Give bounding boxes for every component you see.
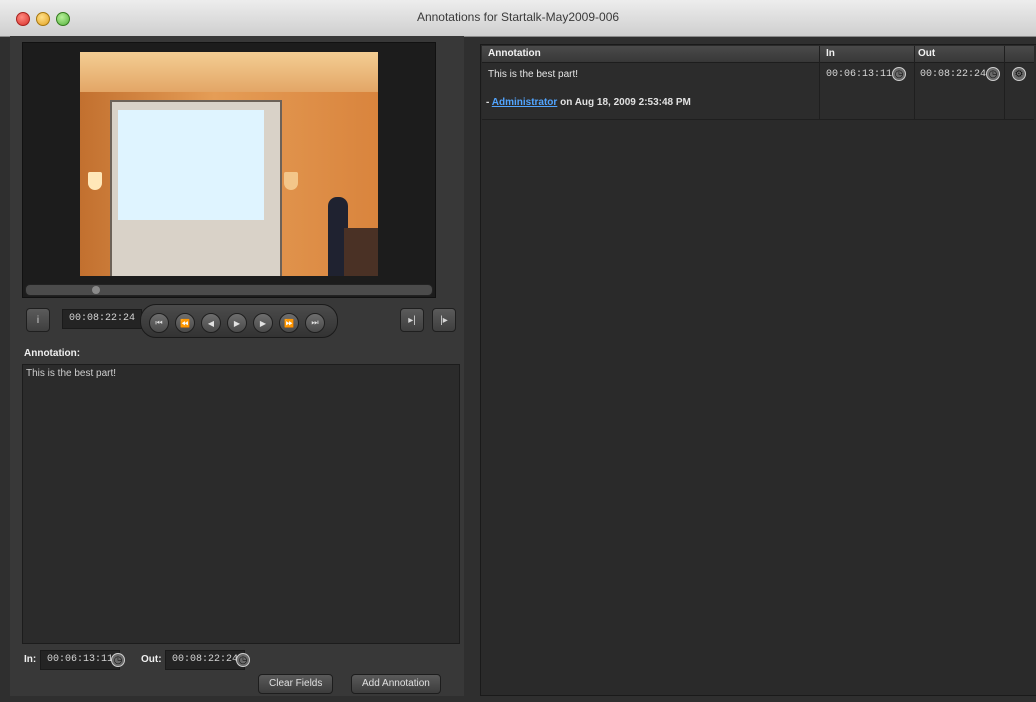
podium (344, 228, 378, 276)
current-timecode: 00:08:22:24 (62, 309, 143, 329)
play-icon[interactable]: ▶ (227, 313, 247, 333)
rewind-icon[interactable]: ⏪ (175, 313, 195, 333)
skip-end-icon[interactable]: ⏭ (305, 313, 325, 333)
prev-frame-icon[interactable]: ◀ (201, 313, 221, 333)
mark-in-icon[interactable]: ▸| (400, 308, 424, 332)
next-frame-icon[interactable]: ▶ (253, 313, 273, 333)
scrubber-thumb[interactable] (92, 286, 100, 294)
annotations-table-panel (480, 44, 1036, 696)
column-out: Out (918, 48, 936, 59)
row-out-clock-icon[interactable]: ◷ (986, 67, 1000, 81)
column-annotation: Annotation (488, 48, 541, 59)
row-settings-icon[interactable]: ⚙ (1012, 67, 1026, 81)
clear-fields-button[interactable]: Clear Fields (258, 674, 334, 694)
annotation-textarea-value: This is the best part! (26, 368, 117, 379)
info-icon[interactable]: i (26, 308, 50, 332)
row-in-clock-icon[interactable]: ◷ (892, 67, 906, 81)
annotation-label: Annotation: (24, 348, 81, 359)
table-divider-1 (819, 46, 820, 119)
table-header: Annotation In Out (482, 46, 1034, 63)
in-label: In: (24, 654, 37, 665)
video-ceiling (80, 52, 378, 92)
wall-lamp-right (284, 172, 298, 190)
annotation-textarea[interactable] (22, 364, 460, 644)
annotation-date: on Aug 18, 2009 2:53:48 PM (557, 97, 691, 108)
add-annotation-button[interactable]: Add Annotation (351, 674, 441, 694)
projected-slide (118, 110, 264, 220)
mark-out-icon[interactable]: |▸ (432, 308, 456, 332)
out-label: Out: (141, 654, 162, 665)
video-scrubber[interactable] (25, 284, 433, 296)
out-field[interactable]: 00:08:22:24 (165, 650, 246, 670)
window-title: Annotations for Startalk-May2009-006 (416, 10, 620, 24)
row-in-time: 00:06:13:11 (826, 69, 893, 80)
column-in: In (826, 48, 835, 59)
video-frame (80, 52, 378, 276)
table-divider-3 (1004, 46, 1005, 119)
row-out-time: 00:08:22:24 (920, 69, 987, 80)
wall-lamp-left (88, 172, 102, 190)
step-back-icon[interactable]: ⏮ (149, 313, 169, 333)
fast-forward-icon[interactable]: ⏩ (279, 313, 299, 333)
table-row[interactable]: This is the best part! 00:06:13:11 ◷ 00:… (482, 63, 1034, 120)
out-clock-icon[interactable]: ◷ (236, 653, 250, 667)
annotation-meta: - Administrator on Aug 18, 2009 2:53:48 … (486, 97, 691, 108)
annotations-window: Annotations for Startalk-May2009-006 i 0… (0, 0, 1036, 702)
transport-controls: ⏮ ⏪ ◀ ▶ ▶ ⏩ ⏭ (140, 304, 338, 338)
titlebar: Annotations for Startalk-May2009-006 (0, 0, 1036, 37)
table-divider-2 (914, 46, 915, 119)
row-annotation-text: This is the best part! (488, 69, 579, 80)
author-link[interactable]: Administrator (492, 97, 558, 108)
in-field[interactable]: 00:06:13:11 (40, 650, 121, 670)
in-clock-icon[interactable]: ◷ (111, 653, 125, 667)
